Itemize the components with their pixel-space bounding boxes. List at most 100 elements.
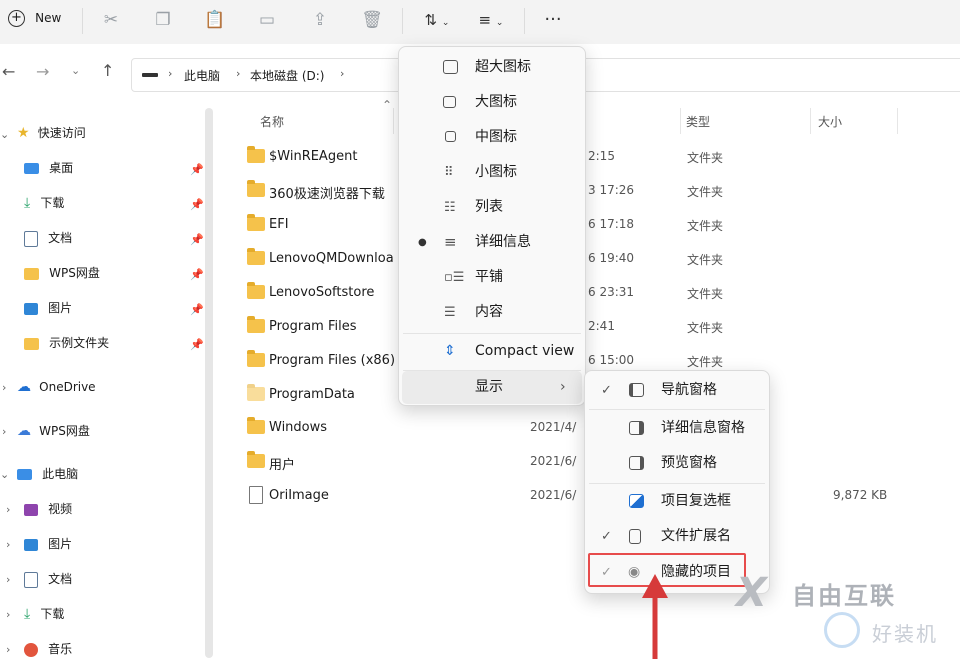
menu-item-large-icons[interactable]: 大图标 xyxy=(399,86,585,119)
pin-icon[interactable]: 📌 xyxy=(190,163,204,176)
menu-item-content[interactable]: ☰ 内容 xyxy=(399,296,585,329)
chevron-right-icon[interactable]: › xyxy=(6,503,10,516)
view-icon[interactable]: ≡ ⌄ xyxy=(471,8,511,32)
menu-item-compact-view[interactable]: ⇕ Compact view xyxy=(399,335,585,368)
sidebar-item-pc-downloads[interactable]: ⤓ 下载 xyxy=(24,599,64,629)
rename-icon[interactable]: ▭ xyxy=(255,8,279,32)
sidebar-item-wps-drive[interactable]: WPS网盘 xyxy=(24,258,100,288)
forward-icon[interactable]: → xyxy=(36,62,49,81)
chevron-right-icon[interactable]: › xyxy=(6,608,10,621)
table-row[interactable]: EFI 6 17:18 文件夹 xyxy=(245,209,960,243)
document-icon xyxy=(24,571,38,588)
sidebar-item-wps-cloud[interactable]: ☁ WPS网盘 xyxy=(17,416,90,446)
column-header-name[interactable]: 名称 xyxy=(260,113,284,130)
address-bar[interactable]: › 此电脑 › 本地磁盘 (D:) › xyxy=(131,58,403,92)
extra-large-icons-icon xyxy=(443,60,458,74)
chevron-right-icon[interactable]: › xyxy=(2,381,6,394)
chevron-right-icon[interactable]: › xyxy=(6,573,10,586)
pin-icon[interactable]: 📌 xyxy=(190,303,204,316)
sidebar-scrollbar[interactable] xyxy=(205,108,213,658)
paste-icon[interactable]: 📋 xyxy=(203,8,227,32)
address-bar-right[interactable] xyxy=(584,58,960,92)
menu-item-show[interactable]: 显示 › xyxy=(402,371,582,404)
item-checkbox-icon xyxy=(629,494,644,508)
cut-icon[interactable]: ✂ xyxy=(99,8,123,32)
menu-item-navigation-pane[interactable]: ✓ 导航窗格 xyxy=(585,374,769,407)
pin-icon[interactable]: 📌 xyxy=(190,233,204,246)
crumb-separator-icon: › xyxy=(168,67,173,80)
file-type: 文件夹 xyxy=(687,253,724,267)
cloud-icon: ☁ xyxy=(17,379,31,395)
sidebar-item-this-pc[interactable]: 此电脑 xyxy=(17,459,78,489)
table-row[interactable]: LenovoQMDownloa 6 19:40 文件夹 xyxy=(245,243,960,277)
table-row[interactable]: Program Files 2:41 文件夹 xyxy=(245,311,960,345)
large-icons-icon xyxy=(443,96,456,108)
sidebar-item-label: 下载 xyxy=(40,196,65,210)
file-name: Program Files (x86) xyxy=(269,353,396,368)
menu-item-tiles[interactable]: ▫☰ 平铺 xyxy=(399,261,585,294)
sidebar-item-downloads[interactable]: ⤓ 下载 xyxy=(24,188,64,218)
chevron-right-icon[interactable]: › xyxy=(6,643,10,656)
column-header-size[interactable]: 大小 xyxy=(818,113,842,130)
chevron-right-icon[interactable]: › xyxy=(6,538,10,551)
pin-icon[interactable]: 📌 xyxy=(190,338,204,351)
menu-item-extra-large-icons[interactable]: 超大图标 xyxy=(399,51,585,84)
menu-item-small-icons[interactable]: ⠿ 小图标 xyxy=(399,156,585,189)
more-icon[interactable]: ··· xyxy=(541,8,565,32)
menu-item-medium-icons[interactable]: 中图标 xyxy=(399,121,585,154)
sidebar-item-documents[interactable]: 文档 xyxy=(24,223,72,253)
chevron-down-icon[interactable]: ⌄ xyxy=(0,468,9,481)
sidebar-item-label: 下载 xyxy=(40,607,65,621)
chevron-down-icon[interactable]: ⌄ xyxy=(0,128,9,141)
pin-icon[interactable]: 📌 xyxy=(190,268,204,281)
x-logo-icon: X xyxy=(736,570,767,616)
copy-icon[interactable]: ❐ xyxy=(151,8,175,32)
menu-item-details-pane[interactable]: 详细信息窗格 xyxy=(585,412,769,445)
table-row[interactable]: LenovoSoftstore 6 23:31 文件夹 xyxy=(245,277,960,311)
file-type: 文件夹 xyxy=(687,185,724,199)
delete-icon[interactable]: 🗑 xyxy=(360,8,384,32)
folder-icon xyxy=(247,146,265,163)
column-header-type[interactable]: 类型 xyxy=(686,113,710,130)
column-divider[interactable] xyxy=(897,108,898,134)
pin-icon[interactable]: 📌 xyxy=(190,198,204,211)
breadcrumb-drive-d[interactable]: 本地磁盘 (D:) xyxy=(250,67,324,84)
menu-item-list[interactable]: ☷ 列表 xyxy=(399,191,585,224)
table-row[interactable]: $WinREAgent 2:15 文件夹 xyxy=(245,141,960,175)
sidebar-item-label: 视频 xyxy=(48,502,73,516)
sidebar-item-pictures[interactable]: 图片 xyxy=(24,293,72,323)
menu-item-details[interactable]: ● ≡ 详细信息 xyxy=(399,226,585,259)
sidebar-item-pc-documents[interactable]: 文档 xyxy=(24,564,72,594)
file-name: LenovoSoftstore xyxy=(269,285,375,300)
sidebar-item-quick-access[interactable]: ★ 快速访问 xyxy=(17,118,86,148)
column-divider[interactable] xyxy=(810,108,811,134)
share-icon[interactable]: ⇪ xyxy=(308,8,332,32)
sidebar-item-videos[interactable]: 视频 xyxy=(24,494,72,524)
sidebar-item-music[interactable]: 音乐 xyxy=(24,634,72,664)
back-icon[interactable]: ← xyxy=(2,62,15,81)
sidebar-item-onedrive[interactable]: ☁ OneDrive xyxy=(17,372,96,402)
sidebar-item-sample-folder[interactable]: 示例文件夹 xyxy=(24,328,109,358)
column-divider[interactable] xyxy=(393,108,394,134)
sidebar-item-label: 快速访问 xyxy=(37,126,86,140)
recent-dropdown-icon[interactable]: ⌄ xyxy=(71,64,80,77)
menu-item-item-checkboxes[interactable]: 项目复选框 xyxy=(585,485,769,518)
sidebar-item-pc-pictures[interactable]: 图片 xyxy=(24,529,72,559)
menu-item-file-extensions[interactable]: ✓ 文件扩展名 xyxy=(585,520,769,553)
file-date: 2:15 xyxy=(588,149,615,163)
chevron-right-icon[interactable]: › xyxy=(2,425,6,438)
folder-icon xyxy=(247,248,265,265)
sort-icon[interactable]: ⇅ ⌄ xyxy=(417,8,457,32)
file-date: 6 23:31 xyxy=(588,285,635,299)
file-date: 6 15:00 xyxy=(588,353,635,367)
table-row[interactable]: 360极速浏览器下载 3 17:26 文件夹 xyxy=(245,175,960,209)
up-icon[interactable]: ↑ xyxy=(101,61,114,80)
new-button[interactable]: + New xyxy=(8,6,61,30)
menu-item-preview-pane[interactable]: 预览窗格 xyxy=(585,447,769,480)
breadcrumb-this-pc[interactable]: 此电脑 xyxy=(184,67,220,84)
column-divider[interactable] xyxy=(680,108,681,134)
file-name: 用户 xyxy=(269,458,296,473)
cloud-icon: ☁ xyxy=(17,423,31,439)
sidebar-item-label: 此电脑 xyxy=(42,467,79,481)
sidebar-item-desktop[interactable]: 桌面 xyxy=(24,153,73,183)
